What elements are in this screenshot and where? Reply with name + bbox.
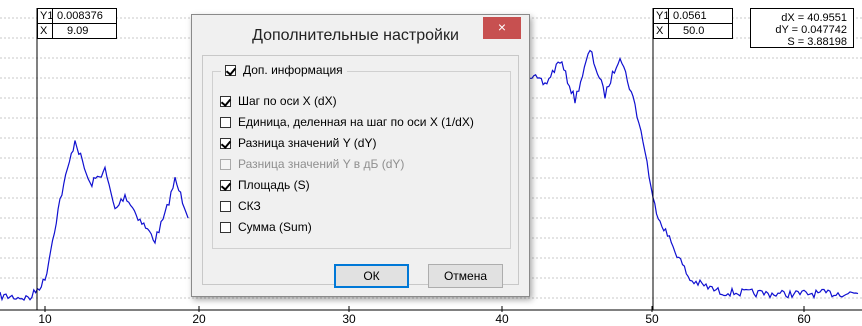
plot-axis xyxy=(0,306,862,312)
marker2-y-label: Y1 xyxy=(656,9,670,23)
option-dy-db-checkbox xyxy=(220,158,231,170)
option-rms[interactable]: СКЗ xyxy=(220,199,261,213)
x-tick-label: 20 xyxy=(192,312,206,326)
cursor-1-readout: Y1 0.008376 X 9.09 xyxy=(37,8,117,39)
dialog-titlebar[interactable]: Дополнительные настройки × xyxy=(192,15,529,54)
extra-info-checkbox[interactable] xyxy=(225,64,236,76)
option-area-checkbox[interactable] xyxy=(220,179,231,191)
x-tick-label: 30 xyxy=(342,312,356,326)
option-dx-label: Шаг по оси X (dX) xyxy=(238,94,337,108)
ok-button[interactable]: ОК xyxy=(334,264,409,288)
option-area[interactable]: Площадь (S) xyxy=(220,178,310,192)
marker1-x-label: X xyxy=(38,24,53,38)
x-tick-label: 40 xyxy=(495,312,509,326)
option-inverse-dx-checkbox[interactable] xyxy=(220,116,231,128)
dialog-title: Дополнительные настройки xyxy=(252,27,459,44)
option-dy-db: Разница значений Y в дБ (dY) xyxy=(220,157,404,171)
signal-trace xyxy=(530,49,859,300)
x-tick-label: 60 xyxy=(797,312,811,326)
delta-x-text: dX = 40.9551 xyxy=(781,12,847,24)
option-dx[interactable]: Шаг по оси X (dX) xyxy=(220,94,337,108)
option-rms-label: СКЗ xyxy=(238,199,261,213)
cursor-2-readout: Y1 0.0561 X 50.0 xyxy=(653,8,733,39)
option-dy-db-label: Разница значений Y в дБ (dY) xyxy=(238,157,405,171)
option-dy[interactable]: Разница значений Y (dY) xyxy=(220,136,376,150)
signal-trace xyxy=(0,140,189,302)
extra-info-toggle[interactable]: Доп. информация xyxy=(221,63,347,77)
marker1-x-value: 9.09 xyxy=(67,25,89,37)
settings-dialog: Дополнительные настройки × Доп. информац… xyxy=(191,14,530,297)
option-dy-checkbox[interactable] xyxy=(220,137,231,149)
marker2-y-value: 0.0561 xyxy=(673,10,707,22)
option-sum-label: Сумма (Sum) xyxy=(238,220,312,234)
option-dx-checkbox[interactable] xyxy=(220,95,231,107)
x-tick-label: 10 xyxy=(38,312,52,326)
x-tick-label: 50 xyxy=(645,312,659,326)
option-inverse-dx-label: Единица, деленная на шаг по оси X (1/dX) xyxy=(238,115,474,129)
option-sum[interactable]: Сумма (Sum) xyxy=(220,220,312,234)
close-icon[interactable]: × xyxy=(483,17,521,39)
marker1-y-value: 0.008376 xyxy=(57,10,103,22)
option-rms-checkbox[interactable] xyxy=(220,200,231,212)
marker2-x-label: X xyxy=(654,24,669,38)
delta-y-text: dY = 0.047742 xyxy=(775,24,847,36)
delta-readout: dX = 40.9551 dY = 0.047742 S = 3.88198 xyxy=(750,8,854,48)
option-sum-checkbox[interactable] xyxy=(220,221,231,233)
option-area-label: Площадь (S) xyxy=(238,178,310,192)
extra-info-label: Доп. информация xyxy=(243,63,343,77)
area-text: S = 3.88198 xyxy=(787,36,847,48)
option-dy-label: Разница значений Y (dY) xyxy=(238,136,377,150)
dialog-body: Доп. информация Шаг по оси X (dX) Единиц… xyxy=(202,55,519,288)
cancel-button[interactable]: Отмена xyxy=(428,264,503,288)
marker1-y-label: Y1 xyxy=(40,9,54,23)
extra-info-group: Доп. информация Шаг по оси X (dX) Единиц… xyxy=(212,63,511,249)
marker2-x-value: 50.0 xyxy=(683,25,705,37)
option-inverse-dx[interactable]: Единица, деленная на шаг по оси X (1/dX) xyxy=(220,115,474,129)
